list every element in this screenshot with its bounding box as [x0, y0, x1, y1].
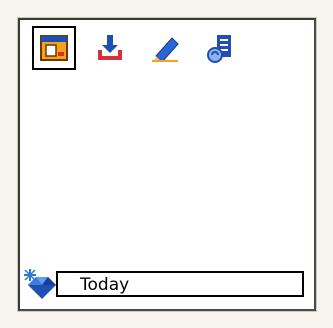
app-window: Today — [17, 17, 317, 312]
download-button[interactable] — [88, 26, 132, 70]
document-sync-button[interactable] — [200, 26, 244, 70]
today-label: Today — [80, 275, 130, 295]
today-button[interactable]: Today — [56, 271, 304, 297]
calendar-view-icon — [40, 35, 68, 61]
edit-pencil-icon — [152, 37, 179, 62]
toolbar — [32, 26, 256, 70]
download-icon — [98, 35, 122, 60]
document-sync-icon — [207, 35, 231, 63]
calendar-view-button[interactable] — [32, 26, 76, 70]
today-gem-icon — [24, 269, 56, 299]
edit-button[interactable] — [144, 26, 188, 70]
status-bar: Today — [20, 267, 314, 301]
